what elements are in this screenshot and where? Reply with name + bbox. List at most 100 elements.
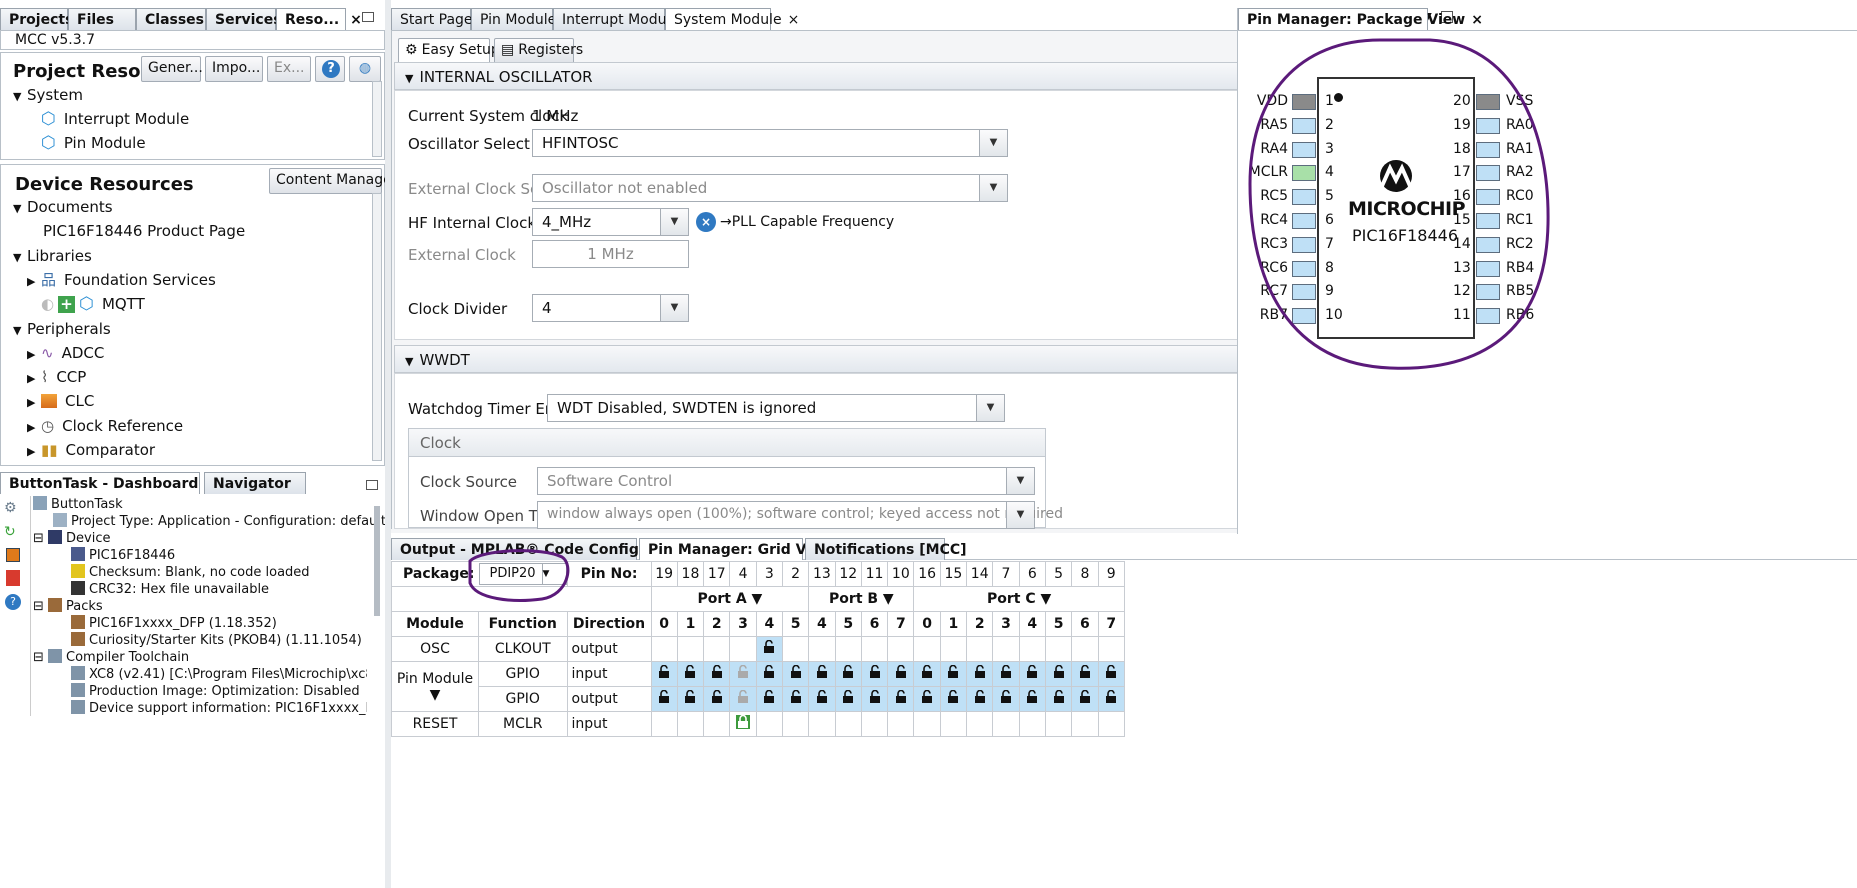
collapse-icon[interactable]: ▼ <box>405 72 413 85</box>
tab-registers[interactable]: ▤ Registers <box>494 38 583 64</box>
pin-cell[interactable] <box>650 686 678 712</box>
unlock-icon[interactable] <box>868 689 882 704</box>
unlock-icon[interactable] <box>973 689 987 704</box>
pin-cell[interactable] <box>808 636 836 662</box>
pin-cell[interactable] <box>1044 686 1073 712</box>
pin-cell[interactable] <box>887 686 915 712</box>
pin-cell[interactable] <box>676 711 705 737</box>
pin-cell[interactable] <box>966 711 994 737</box>
wdt-enable-combo[interactable]: WDT Disabled, SWDTEN is ignored ▼ <box>547 394 1005 422</box>
refresh-icon[interactable]: ↻ <box>4 524 16 540</box>
pdf-icon[interactable] <box>6 570 20 586</box>
pin-cell[interactable] <box>939 636 968 662</box>
osc-select-combo[interactable]: HFINTOSC ▼ <box>532 129 1008 157</box>
tree-comparator[interactable]: ▶ ▮▮ Comparator <box>27 438 155 462</box>
pin-cell[interactable] <box>1071 661 1099 687</box>
pin-cell[interactable] <box>729 711 757 737</box>
stop-icon[interactable] <box>6 548 20 562</box>
unlock-icon[interactable] <box>683 664 697 679</box>
unlock-icon[interactable] <box>1104 664 1118 679</box>
tab-grid-view[interactable]: Pin Manager: Grid View× <box>639 538 851 560</box>
clock-source-combo[interactable]: Software Control ▼ <box>537 467 1035 495</box>
help-icon[interactable]: ? <box>315 56 345 82</box>
pin-cell[interactable] <box>703 661 731 687</box>
unlock-icon[interactable] <box>657 689 671 704</box>
pin-cell[interactable] <box>860 636 889 662</box>
tree-documents[interactable]: ▼ Documents <box>13 195 113 219</box>
tab-projects[interactable]: Projects <box>0 8 73 30</box>
unlock-icon[interactable] <box>736 664 750 679</box>
pin-cell[interactable] <box>650 711 678 737</box>
ext-clock-select-combo[interactable]: Oscillator not enabled ▼ <box>532 174 1008 202</box>
pin-cell[interactable] <box>1044 636 1073 662</box>
expand-icon[interactable]: ▼ <box>13 85 27 109</box>
scrollbar[interactable] <box>374 506 380 616</box>
export-button[interactable]: Ex... <box>267 56 311 82</box>
unlock-icon[interactable] <box>1078 689 1092 704</box>
expand-icon[interactable]: ▼ <box>13 319 27 343</box>
info-icon[interactable]: × <box>696 212 716 232</box>
expand-icon[interactable]: ▼ <box>13 197 27 221</box>
globe-icon[interactable]: ◍ <box>349 56 381 82</box>
tree-adcc[interactable]: ▶ ∿ ADCC <box>27 341 104 365</box>
pin-cell[interactable] <box>913 636 941 662</box>
pin-cell[interactable] <box>1097 686 1125 712</box>
tree-ccp[interactable]: ▶ ⌇ CCP <box>27 365 86 389</box>
unlock-icon[interactable] <box>894 664 908 679</box>
port-header[interactable]: Port C ▼ <box>913 586 1125 612</box>
pin-cell[interactable] <box>1018 711 1046 737</box>
pin-cell[interactable] <box>887 636 915 662</box>
collapse-icon[interactable]: ▼ <box>405 355 413 368</box>
pin-cell[interactable] <box>834 686 862 712</box>
unlock-icon[interactable] <box>999 689 1013 704</box>
unlock-icon[interactable] <box>789 664 803 679</box>
tab-system-module[interactable]: System Module × <box>665 8 799 30</box>
tab-start-page[interactable]: Start Page× <box>391 8 490 30</box>
pin-cell[interactable] <box>703 686 731 712</box>
pin-cell[interactable] <box>992 636 1020 662</box>
unlock-icon[interactable] <box>789 689 803 704</box>
unlock-icon[interactable] <box>1078 664 1092 679</box>
pin-cell[interactable] <box>676 686 705 712</box>
dash-toolchain[interactable]: ⊟ Compiler Toolchain <box>33 649 189 666</box>
unlock-icon[interactable] <box>710 664 724 679</box>
pin-cell[interactable] <box>913 711 941 737</box>
pin-cell[interactable] <box>1018 636 1046 662</box>
tab-package-view[interactable]: Pin Manager: Package View × <box>1238 8 1483 30</box>
unlock-icon[interactable] <box>920 689 934 704</box>
tree-foundation-services[interactable]: ▶ 品 Foundation Services <box>27 268 216 292</box>
pin-cell[interactable] <box>992 711 1020 737</box>
tree-pin-module[interactable]: ⬡ Pin Module <box>41 131 146 155</box>
unlock-icon[interactable] <box>999 664 1013 679</box>
unlock-icon[interactable] <box>683 689 697 704</box>
pin-cell[interactable] <box>676 661 705 687</box>
dash-buttontask[interactable]: ButtonTask <box>33 496 123 513</box>
pin-cell[interactable] <box>1018 686 1046 712</box>
collapse-icon[interactable]: ▶ <box>27 416 41 440</box>
tab-services[interactable]: Services <box>206 8 282 30</box>
unlock-icon[interactable] <box>894 689 908 704</box>
tree-product-page[interactable]: PIC16F18446 Product Page <box>43 219 245 243</box>
tab-notifications[interactable]: Notifications [MCC] <box>805 538 967 560</box>
tab-classes[interactable]: Classes <box>136 8 206 30</box>
import-button[interactable]: Impo... <box>205 56 263 82</box>
pin-cell[interactable] <box>913 661 941 687</box>
collapse-icon[interactable]: ▶ <box>27 343 41 367</box>
tree-libraries[interactable]: ▼ Libraries <box>13 244 92 268</box>
pin-cell[interactable] <box>834 661 862 687</box>
tree-clock-reference[interactable]: ▶ ◷ Clock Reference <box>27 414 183 438</box>
pin-cell[interactable] <box>887 711 915 737</box>
pin-cell[interactable] <box>1018 661 1046 687</box>
unlock-icon[interactable] <box>1025 664 1039 679</box>
unlock-icon[interactable] <box>841 664 855 679</box>
pin-cell[interactable] <box>1071 711 1099 737</box>
collapse-icon[interactable]: ▶ <box>27 270 41 294</box>
scrollbar[interactable] <box>372 81 382 157</box>
unlock-icon[interactable] <box>762 639 776 654</box>
pin-cell[interactable] <box>755 711 783 737</box>
pin-cell[interactable] <box>1044 711 1073 737</box>
pin-cell[interactable] <box>729 661 757 687</box>
unlock-icon[interactable] <box>1052 664 1066 679</box>
chevron-down-icon[interactable]: ▼ <box>976 395 1004 421</box>
collapse-icon[interactable]: ▶ <box>27 440 41 464</box>
